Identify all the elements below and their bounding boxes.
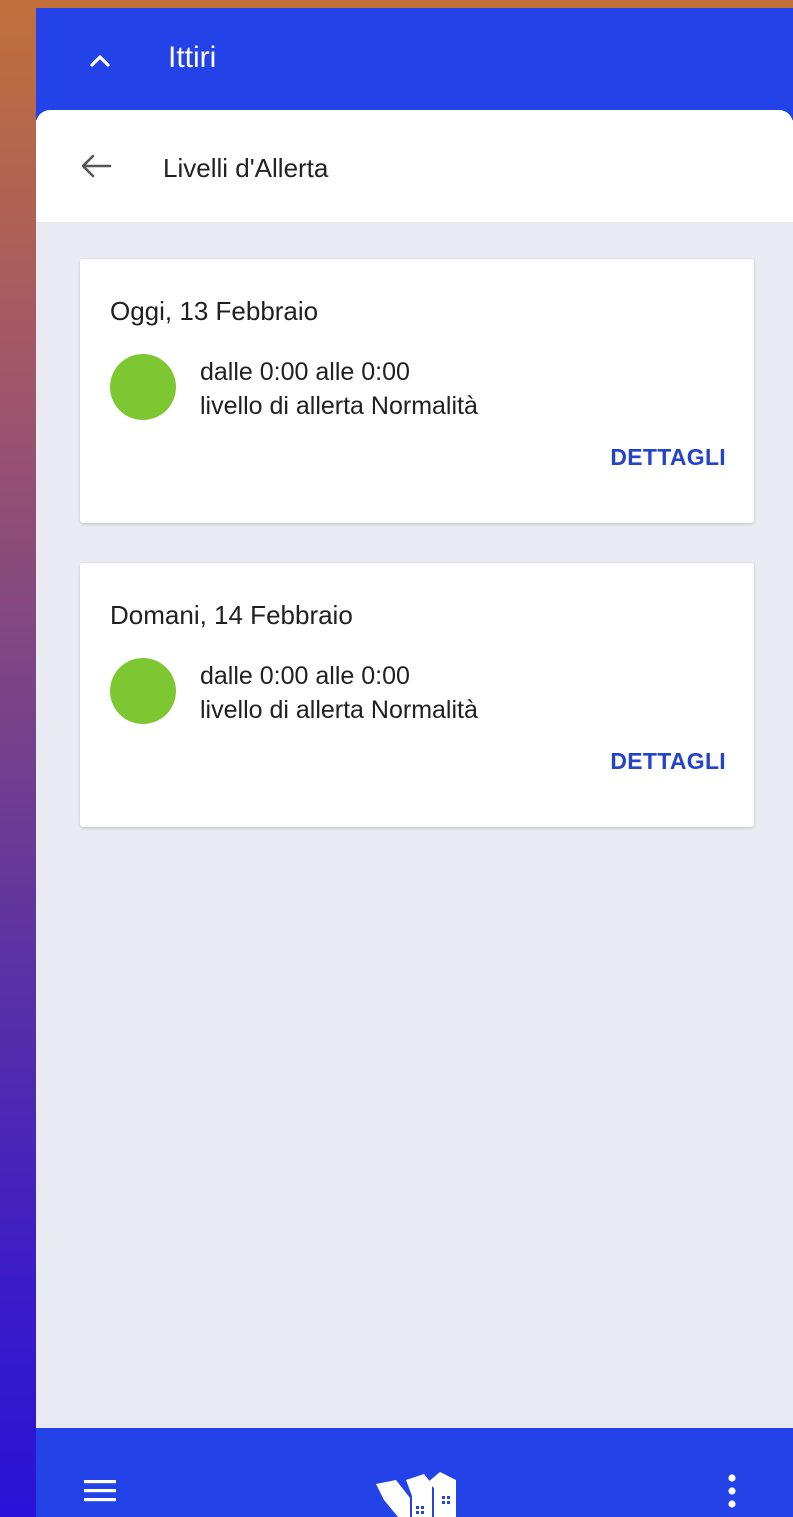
app-title: Ittiri: [168, 41, 217, 74]
alert-date: Oggi, 13 Febbraio: [110, 296, 319, 326]
chevron-up-icon[interactable]: [86, 46, 114, 74]
alert-card-tomorrow: Domani, 14 Febbraio dalle 0:00 alle 0:00…: [80, 563, 754, 827]
top-app-bar: Ittiri: [36, 8, 793, 120]
alert-date: Domani, 14 Febbraio: [110, 600, 353, 630]
details-button[interactable]: DETTAGLI: [610, 747, 726, 775]
details-button[interactable]: DETTAGLI: [610, 443, 726, 471]
alert-time-range: dalle 0:00 alle 0:00: [200, 662, 410, 690]
more-vert-icon[interactable]: [722, 1472, 742, 1512]
arrow-left-icon[interactable]: [76, 150, 116, 182]
alert-time-range: dalle 0:00 alle 0:00: [200, 358, 410, 386]
app-frame: Ittiri Livelli d'Allerta Oggi, 13 Febbra…: [36, 8, 793, 1517]
page-header: Livelli d'Allerta: [36, 110, 793, 222]
alert-level: livello di allerta Normalità: [200, 696, 478, 724]
status-indicator: [110, 658, 176, 724]
alert-card-today: Oggi, 13 Febbraio dalle 0:00 alle 0:00 l…: [80, 259, 754, 523]
page-title: Livelli d'Allerta: [163, 153, 329, 183]
status-indicator: [110, 354, 176, 420]
bottom-app-bar: [36, 1428, 793, 1517]
app-logo-icon: [376, 1470, 466, 1517]
alert-level: livello di allerta Normalità: [200, 392, 478, 420]
hamburger-menu-icon[interactable]: [84, 1478, 118, 1504]
